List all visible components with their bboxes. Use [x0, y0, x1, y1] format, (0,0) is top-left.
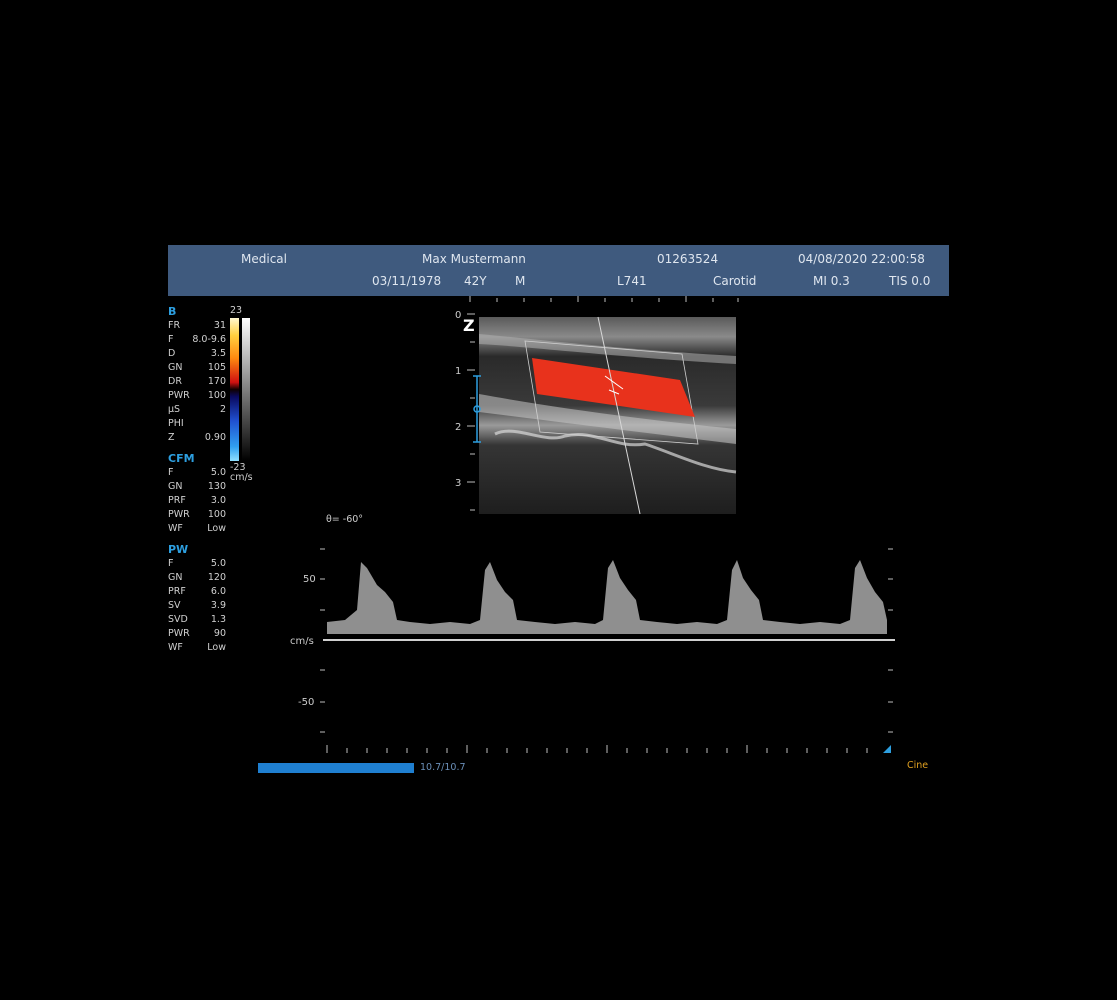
mechanical-index: MI 0.3 [813, 274, 850, 288]
cine-progress-fill [258, 763, 414, 773]
b-mode-section-title: B [168, 305, 177, 318]
doppler-angle: θ= -60° [326, 514, 364, 525]
color-scale-max: 23 [230, 305, 243, 316]
cfm-section-title: CFM [168, 452, 195, 465]
depth-label: 2 [455, 422, 461, 433]
color-scale-unit: cm/s [230, 472, 253, 483]
depth-label: 0 [455, 310, 461, 321]
depth-label: 1 [455, 366, 461, 377]
depth-label: 3 [455, 478, 461, 489]
velocity-label: 50 [303, 574, 316, 585]
patient-sex: M [515, 274, 526, 288]
time-axis-ticks [326, 745, 868, 753]
patient-dob: 03/11/1978 [372, 274, 442, 288]
probe-name: L741 [617, 274, 647, 288]
cine-progress-track[interactable] [258, 763, 414, 773]
patient-name: Max Mustermann [422, 252, 526, 266]
color-velocity-bar [230, 318, 239, 461]
patient-id: 01263524 [657, 252, 719, 266]
cine-label[interactable]: Cine [907, 760, 928, 771]
patient-header-bar: Medical Max Mustermann 01263524 04/08/20… [168, 245, 949, 296]
cine-frame-counter: 10.7/10.7 [420, 762, 466, 773]
doppler-spectrum-area[interactable]: 50 -50 cm/s [285, 540, 900, 755]
thermal-index: TIS 0.0 [889, 274, 931, 288]
grayscale-bar [242, 318, 250, 461]
depth-ruler [467, 313, 475, 511]
velocity-unit: cm/s [290, 636, 314, 647]
exam-datetime: 04/08/2020 22:00:58 [798, 252, 925, 266]
patient-age: 42Y [464, 274, 487, 288]
zoom-marker: Z [463, 316, 475, 335]
lateral-ruler [469, 296, 739, 302]
velocity-label: -50 [298, 697, 314, 708]
doppler-waveform [327, 560, 887, 634]
pw-section-title: PW [168, 543, 189, 556]
institution-name: Medical [241, 252, 287, 266]
exam-preset: Carotid [713, 274, 757, 288]
b-mode-image-area[interactable]: 0 1 2 3 Z [455, 294, 745, 519]
sweep-position-marker [883, 745, 891, 753]
